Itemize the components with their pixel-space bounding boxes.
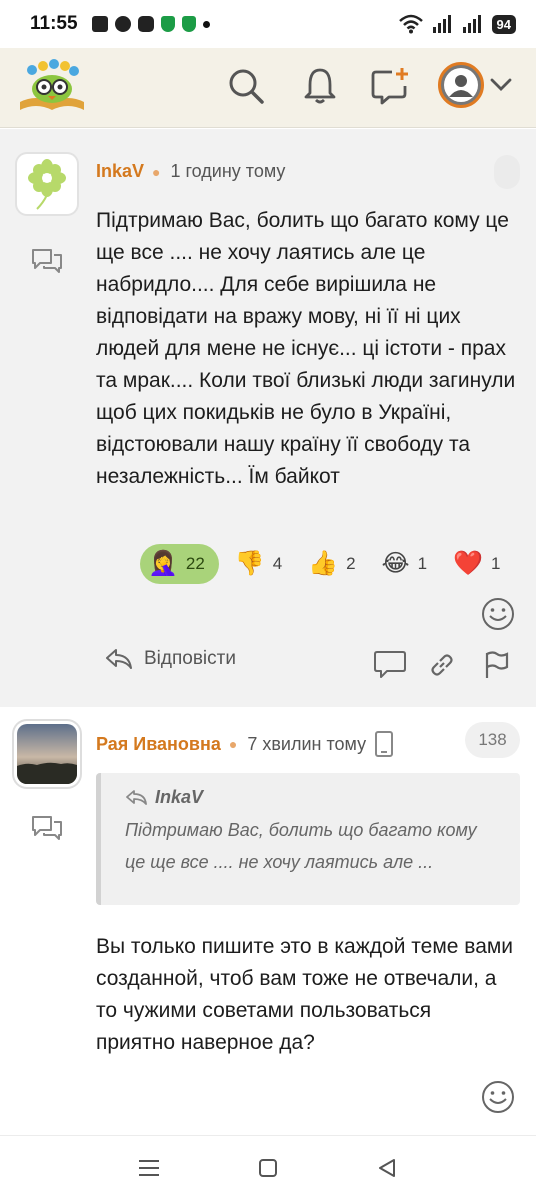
- report-flag-icon[interactable]: [478, 647, 514, 683]
- link-icon[interactable]: [424, 647, 460, 683]
- user-avatar-icon[interactable]: [438, 62, 484, 108]
- laughing-emoji-icon: 😂: [381, 550, 410, 577]
- chat-icon: [114, 16, 131, 32]
- system-nav-bar: [0, 1135, 536, 1200]
- comment-author[interactable]: InkaV: [96, 161, 144, 182]
- reaction-count: 1: [490, 554, 501, 573]
- reaction-thumbs-up[interactable]: 👍 2: [298, 544, 365, 584]
- reply-arrow-icon: [106, 649, 132, 669]
- add-reaction-icon[interactable]: [480, 596, 516, 632]
- menu-icon[interactable]: [129, 1148, 169, 1188]
- shield-icon: [160, 16, 175, 32]
- home-icon[interactable]: [248, 1148, 288, 1188]
- signal-icon: [432, 15, 451, 33]
- status-bar: 11:55 94: [0, 0, 536, 48]
- reaction-count: 1: [417, 554, 428, 573]
- reply-button[interactable]: Відповісти: [104, 647, 236, 671]
- signal-icon: [462, 15, 481, 33]
- reaction-facepalm[interactable]: 🤦‍♀️ 22: [140, 544, 219, 584]
- comment-actions: Відповісти: [0, 639, 536, 691]
- author-avatar[interactable]: [17, 154, 77, 214]
- comment-text: Вы только пишите это в каждой теме вами …: [96, 935, 514, 1054]
- comment-time: 1 годину тому: [170, 161, 286, 181]
- app-header: [0, 48, 536, 128]
- battery-indicator: 94: [491, 14, 516, 34]
- comment-author[interactable]: Рая Ивановна: [96, 734, 221, 755]
- reply-count-icon[interactable]: [30, 814, 64, 842]
- comment-time: 7 хвилин тому: [247, 733, 367, 754]
- thumbs-down-emoji-icon: 👎: [234, 550, 265, 577]
- facebook-icon: [91, 16, 108, 32]
- author-avatar[interactable]: [17, 724, 77, 784]
- more-dot-icon: [202, 20, 210, 28]
- comment-card: InkaV ● 1 годину тому Підтримаю Вас, бол…: [0, 129, 536, 707]
- comment-text: Підтримаю Вас, болить що багато кому це …: [96, 209, 516, 488]
- mobile-device-icon: [375, 731, 394, 757]
- reply-count-icon[interactable]: [30, 247, 64, 275]
- facepalm-emoji-icon: 🤦‍♀️: [148, 550, 178, 577]
- reaction-count: 2: [346, 554, 356, 573]
- reaction-count: 4: [272, 554, 283, 573]
- add-reaction-icon[interactable]: [480, 1079, 516, 1115]
- chevron-down-icon[interactable]: [486, 70, 516, 100]
- bell-icon[interactable]: [296, 62, 344, 110]
- separator-dot: ●: [152, 163, 161, 180]
- reaction-heart[interactable]: ❤️ 1: [443, 544, 510, 584]
- notification-icons: [91, 16, 210, 32]
- status-time: 11:55: [30, 13, 78, 34]
- comment-counter-badge: 138: [465, 722, 520, 758]
- quote-author: InkaV: [155, 787, 204, 807]
- thumbs-up-emoji-icon: 👍: [308, 550, 339, 577]
- separator-dot: ●: [228, 736, 238, 752]
- quote-comment-icon[interactable]: [372, 647, 408, 683]
- reaction-count: 22: [185, 554, 205, 573]
- comment-card: Рая Ивановна ● 7 хвилин тому 138 InkaV П…: [0, 708, 536, 1142]
- wifi-icon: [398, 14, 423, 34]
- options-pill[interactable]: [494, 155, 520, 189]
- owl-logo-icon[interactable]: [16, 56, 88, 116]
- reaction-laughing[interactable]: 😂 1: [372, 544, 438, 584]
- reply-label: Відповісти: [144, 648, 236, 669]
- heart-emoji-icon: ❤️: [453, 550, 483, 577]
- quoted-comment[interactable]: InkaV Підтримаю Вас, болить що багато ко…: [96, 773, 520, 905]
- reaction-thumbs-down[interactable]: 👎 4: [225, 544, 292, 584]
- reactions-bar: 🤦‍♀️ 22 👎 4 👍 2 😂 1 ❤️ 1: [140, 544, 516, 584]
- reply-arrow-icon: [126, 789, 147, 805]
- quote-text: Підтримаю Вас, болить що багато кому це …: [125, 820, 477, 872]
- shield-icon: [181, 16, 196, 32]
- back-icon[interactable]: [367, 1148, 407, 1188]
- fan-icon: [137, 16, 154, 32]
- search-icon[interactable]: [222, 62, 270, 110]
- new-message-icon[interactable]: [366, 62, 414, 110]
